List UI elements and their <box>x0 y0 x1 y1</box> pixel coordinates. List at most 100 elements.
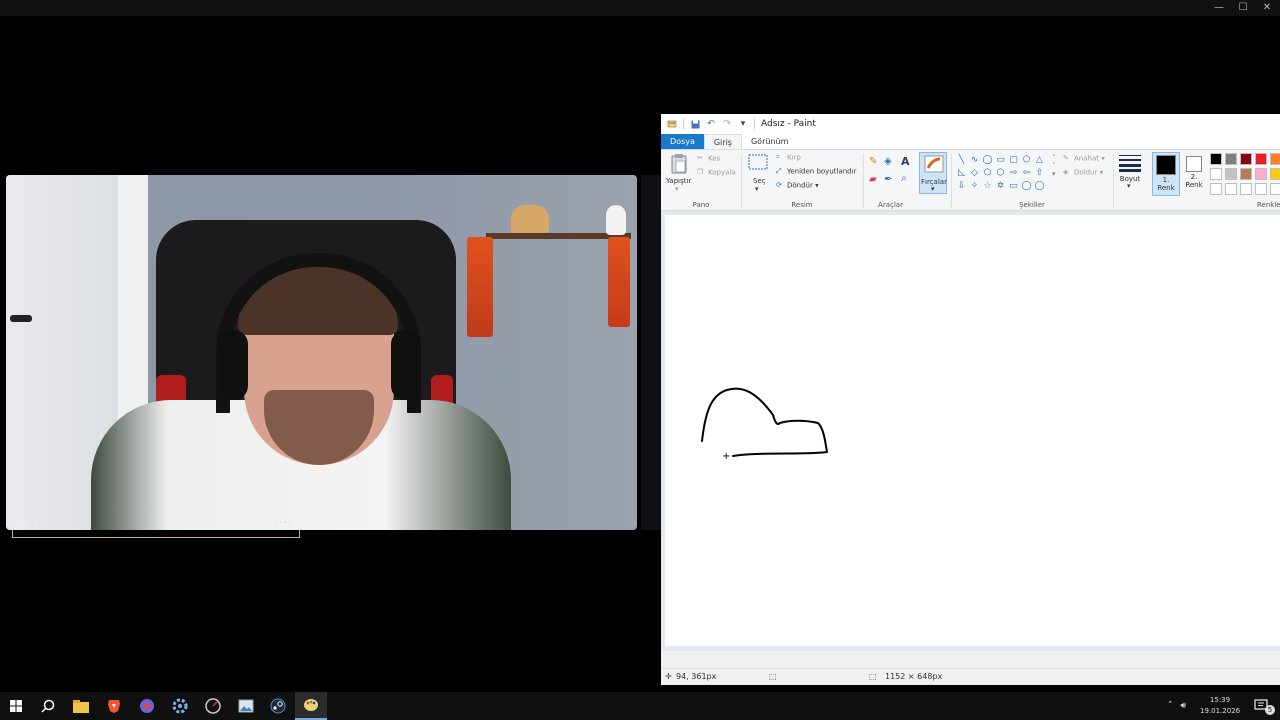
quick-access-dropdown-icon[interactable]: ▾ <box>738 119 748 129</box>
palette-swatch[interactable] <box>1240 183 1252 195</box>
undo-icon[interactable]: ↶ <box>706 119 716 129</box>
star6-shape-icon[interactable]: ✡ <box>994 180 1007 193</box>
palette-swatch[interactable] <box>1210 183 1222 195</box>
star4-shape-icon[interactable]: ✧ <box>968 180 981 193</box>
ribbon: Yapıştır ▾ ✂ Kes ❐ Kopyala Pano Seç ▾ ⌗ Kır… <box>661 149 1280 211</box>
arrow-up-shape-icon[interactable]: ⇧ <box>1033 167 1046 180</box>
callout-rect-shape-icon[interactable]: ▭ <box>1007 180 1020 193</box>
palette-swatch[interactable] <box>1255 183 1267 195</box>
minimize-button[interactable]: — <box>1212 1 1226 15</box>
palette-swatch[interactable] <box>1240 153 1252 165</box>
arrow-left-shape-icon[interactable]: ⇦ <box>1020 167 1033 180</box>
curve-shape-icon[interactable]: ∿ <box>968 154 981 167</box>
webcam-security-camera <box>606 205 626 235</box>
redo-icon[interactable]: ↷ <box>722 119 732 129</box>
cursor-position-icon: ✛ <box>665 672 672 681</box>
clock[interactable]: 15:39 19.01.2026 <box>1200 695 1240 717</box>
polygon-shape-icon[interactable]: ⬠ <box>1020 154 1033 167</box>
brushes-button[interactable]: Fırçalar ▾ <box>919 152 947 194</box>
callout-cloud-shape-icon[interactable]: ◯ <box>1033 180 1046 193</box>
show-hidden-icons-icon[interactable]: ˄ <box>1168 701 1173 711</box>
close-button[interactable]: ✕ <box>1260 1 1274 15</box>
paste-button[interactable]: Yapıştır <box>666 177 691 185</box>
fill-bucket-icon[interactable]: ◈ <box>884 156 892 167</box>
eraser-icon[interactable]: ▰ <box>869 174 877 185</box>
tab-home[interactable]: Giriş <box>703 134 742 149</box>
palette-swatch[interactable] <box>1225 153 1237 165</box>
line-shape-icon[interactable]: ╲ <box>955 154 968 167</box>
resize-icon: ⤢ <box>776 167 782 175</box>
palette-swatch[interactable] <box>1225 183 1237 195</box>
select-dropdown-icon[interactable]: ▾ <box>755 185 759 193</box>
palette-swatch[interactable] <box>1210 153 1222 165</box>
crop-button[interactable]: ⌗ Kırp <box>776 153 801 162</box>
rotate-button[interactable]: ⟳ Döndür ▾ <box>776 181 819 190</box>
speedometer-icon <box>205 698 221 714</box>
color1-label-line1: 1. <box>1162 176 1170 184</box>
palette-swatch[interactable] <box>1270 168 1280 180</box>
drawing-canvas[interactable]: + <box>665 215 1280 646</box>
brushes-dropdown-icon: ▾ <box>931 185 935 193</box>
clipboard-icon[interactable] <box>669 153 689 175</box>
overlay-bar-frame <box>12 530 300 538</box>
app-button-4[interactable] <box>164 692 196 720</box>
app-button-3[interactable] <box>131 692 163 720</box>
copy-button[interactable]: ❐ Kopyala <box>697 168 736 177</box>
select-button[interactable]: Seç <box>753 177 766 185</box>
palette-swatch[interactable] <box>1210 168 1222 180</box>
save-icon[interactable] <box>690 119 700 129</box>
search-button[interactable] <box>32 692 64 720</box>
fill-button[interactable]: ◈ Doldur ▾ <box>1063 168 1103 177</box>
brave-browser-button[interactable] <box>98 692 130 720</box>
color1-selector[interactable]: 1. Renk <box>1152 152 1180 196</box>
color2-selector[interactable]: 2. Renk <box>1180 152 1208 196</box>
tab-file[interactable]: Dosya <box>661 134 704 149</box>
notification-center-button[interactable]: 5 <box>1246 692 1278 720</box>
canvas-size: 1152 × 648px <box>885 672 943 681</box>
arrow-down-shape-icon[interactable]: ⇩ <box>955 180 968 193</box>
palette-swatch[interactable] <box>1270 153 1280 165</box>
arrow-right-shape-icon[interactable]: ⇨ <box>1007 167 1020 180</box>
clock-time: 15:39 <box>1209 696 1231 704</box>
canvas-drawing: + <box>701 387 828 462</box>
palette-swatch[interactable] <box>1225 168 1237 180</box>
size-button[interactable]: Boyut ▾ <box>1119 154 1143 194</box>
pentagon-shape-icon[interactable]: ⬠ <box>981 167 994 180</box>
callout-oval-shape-icon[interactable]: ◯ <box>1020 180 1033 193</box>
gear-icon <box>172 698 188 714</box>
magnifier-icon[interactable]: ⌕ <box>901 173 907 184</box>
select-icon[interactable] <box>748 154 768 176</box>
file-explorer-button[interactable] <box>65 692 97 720</box>
palette-swatch[interactable] <box>1240 168 1252 180</box>
text-icon[interactable]: A <box>901 155 910 168</box>
paint-app-icon[interactable] <box>667 119 677 129</box>
resize-button[interactable]: ⤢ Yeniden boyutlandır <box>776 167 856 176</box>
star5-shape-icon[interactable]: ☆ <box>981 180 994 193</box>
rounded-rect-shape-icon[interactable]: ▢ <box>1007 154 1020 167</box>
cut-label: Kes <box>708 154 721 163</box>
tab-view[interactable]: Görünüm <box>742 134 797 149</box>
app-button-5[interactable] <box>197 692 229 720</box>
paste-dropdown-icon[interactable]: ▾ <box>675 185 679 193</box>
oval-shape-icon[interactable]: ◯ <box>981 154 994 167</box>
status-bar: ✛ 94, 361px ⬚ ⬚ 1152 × 648px <box>661 668 1280 685</box>
paint-taskbar-button[interactable] <box>295 692 327 720</box>
palette-swatch[interactable] <box>1255 153 1267 165</box>
start-button[interactable] <box>0 692 32 720</box>
rectangle-shape-icon[interactable]: ▭ <box>994 154 1007 167</box>
cut-button[interactable]: ✂ Kes <box>697 154 720 163</box>
app-button-6[interactable] <box>230 692 262 720</box>
outline-button[interactable]: ✎ Anahat ▾ <box>1063 154 1105 163</box>
shapes-scroll-icon[interactable]: ˄ ˅ ▾ <box>1052 154 1056 178</box>
pencil-icon[interactable]: ✎ <box>869 156 877 167</box>
palette-swatch[interactable] <box>1255 168 1267 180</box>
hexagon-shape-icon[interactable]: ⬡ <box>994 167 1007 180</box>
palette-swatch[interactable] <box>1270 183 1280 195</box>
maximize-button[interactable]: ☐ <box>1236 1 1250 15</box>
diamond-shape-icon[interactable]: ◇ <box>968 167 981 180</box>
right-triangle-shape-icon[interactable]: ◺ <box>955 167 968 180</box>
volume-icon[interactable]: 🔊︎ <box>1181 701 1187 711</box>
steam-button[interactable] <box>262 692 294 720</box>
triangle-shape-icon[interactable]: △ <box>1033 154 1046 167</box>
color-picker-icon[interactable]: ✒ <box>884 174 892 185</box>
